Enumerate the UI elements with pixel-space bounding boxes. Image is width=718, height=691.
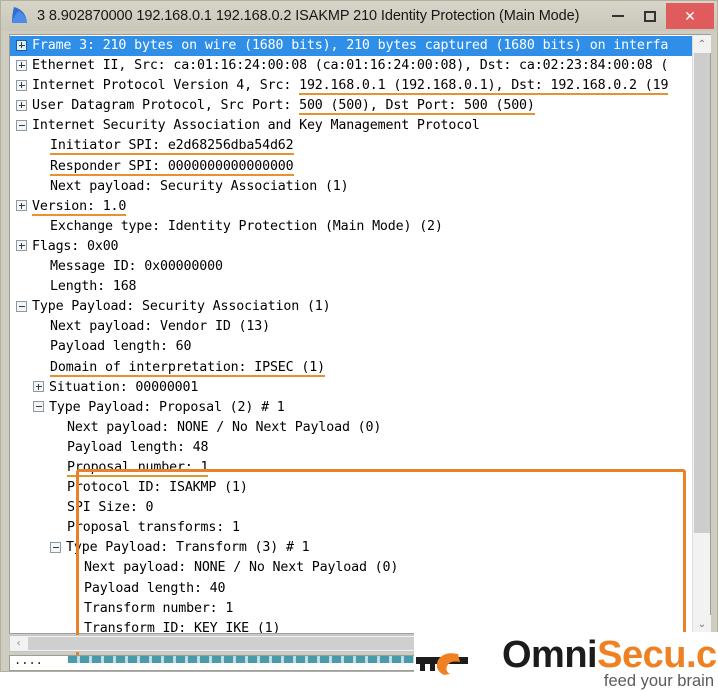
packet-tree-row[interactable]: Flags: 0x00 bbox=[10, 237, 692, 257]
scroll-up-arrow-icon[interactable]: ⌃ bbox=[693, 35, 711, 53]
wireshark-shark-fin-icon bbox=[9, 6, 31, 26]
packet-tree-row[interactable]: Initiator SPI: e2d68256dba54d62 bbox=[10, 136, 692, 156]
minimize-button[interactable] bbox=[602, 3, 634, 29]
packet-tree-label: Transform ID: KEY_IKE (1) bbox=[84, 620, 281, 633]
expand-icon[interactable] bbox=[33, 381, 44, 393]
wireshark-packet-window: 3 8.902870000 192.168.0.1 192.168.0.2 IS… bbox=[0, 0, 718, 672]
expand-icon[interactable] bbox=[16, 240, 27, 252]
packet-tree-highlighted-value: Initiator SPI: e2d68256dba54d62 bbox=[50, 138, 294, 156]
packet-tree-label: Next payload: Vendor ID (13) bbox=[50, 319, 270, 335]
expand-icon[interactable] bbox=[16, 200, 27, 212]
packet-tree-row[interactable]: Message ID: 0x00000000 bbox=[10, 257, 692, 277]
expand-icon[interactable] bbox=[16, 59, 27, 71]
logo-wordmark: OmniSecu.com bbox=[502, 634, 718, 677]
packet-tree-label: Internet Security Association and Key Ma… bbox=[32, 118, 480, 134]
vertical-scrollbar[interactable]: ⌃ ⌄ bbox=[692, 35, 711, 633]
packet-tree-label: Protocol ID: ISAKMP (1) bbox=[67, 480, 248, 496]
packet-tree-row[interactable]: Payload length: 40 bbox=[10, 579, 692, 599]
packet-tree-highlighted-value: 500 (500), Dst Port: 500 (500) bbox=[299, 98, 535, 116]
packet-tree-row[interactable]: Protocol ID: ISAKMP (1) bbox=[10, 478, 692, 498]
title-bar: 3 8.902870000 192.168.0.1 192.168.0.2 IS… bbox=[1, 1, 717, 31]
expand-icon[interactable] bbox=[16, 39, 27, 51]
packet-tree-label: Flags: 0x00 bbox=[32, 238, 119, 254]
maximize-button[interactable] bbox=[634, 3, 666, 29]
packet-tree-label: Frame 3: 210 bytes on wire (1680 bits), … bbox=[32, 38, 669, 53]
packet-tree-label: Type Payload: Security Association (1) bbox=[32, 299, 331, 315]
packet-tree-label: User Datagram Protocol, Src Port: bbox=[32, 98, 300, 114]
packet-tree-row[interactable]: Internet Security Association and Key Ma… bbox=[10, 116, 692, 136]
collapse-icon[interactable] bbox=[16, 300, 27, 312]
packet-tree-row[interactable]: Next payload: NONE / No Next Payload (0) bbox=[10, 418, 692, 438]
packet-tree-row[interactable]: Frame 3: 210 bytes on wire (1680 bits), … bbox=[10, 36, 692, 57]
packet-tree-label: Next payload: NONE / No Next Payload (0) bbox=[67, 419, 382, 435]
packet-tree-row[interactable]: Proposal transforms: 1 bbox=[10, 518, 692, 538]
packet-tree-row[interactable]: Next payload: NONE / No Next Payload (0) bbox=[10, 558, 692, 578]
scroll-left-arrow-icon[interactable]: ‹ bbox=[10, 636, 27, 651]
packet-tree-row[interactable]: Type Payload: Security Association (1) bbox=[10, 297, 692, 317]
packet-tree-row[interactable]: Version: 1.0 bbox=[10, 197, 692, 217]
packet-tree-row[interactable]: Internet Protocol Version 4, Src: 192.16… bbox=[10, 76, 692, 96]
packet-tree-row[interactable]: Ethernet II, Src: ca:01:16:24:00:08 (ca:… bbox=[10, 56, 692, 76]
packet-tree-row[interactable]: Exchange type: Identity Protection (Main… bbox=[10, 217, 692, 237]
packet-tree-row[interactable]: Payload length: 60 bbox=[10, 337, 692, 357]
packet-tree-row[interactable]: Type Payload: Transform (3) # 1 bbox=[10, 538, 692, 558]
packet-tree-row[interactable]: Length: 168 bbox=[10, 277, 692, 297]
logo-brand-first: Omni bbox=[502, 634, 598, 676]
packet-tree-label: Payload length: 60 bbox=[50, 339, 192, 355]
packet-tree-row[interactable]: Transform number: 1 bbox=[10, 599, 692, 619]
packet-tree-row[interactable]: Domain of interpretation: IPSEC (1) bbox=[10, 358, 692, 378]
packet-tree-row[interactable]: User Datagram Protocol, Src Port: 500 (5… bbox=[10, 96, 692, 116]
packet-tree-highlighted-value: Domain of interpretation: IPSEC (1) bbox=[50, 359, 325, 377]
packet-tree-highlighted-value: Proposal number: 1 bbox=[67, 459, 209, 477]
expand-icon[interactable] bbox=[16, 99, 27, 111]
packet-tree-row[interactable]: SPI Size: 0 bbox=[10, 498, 692, 518]
scroll-down-arrow-icon[interactable]: ⌄ bbox=[693, 615, 711, 633]
packet-detail-tree[interactable]: Frame 3: 210 bytes on wire (1680 bits), … bbox=[10, 35, 692, 633]
logo-tagline: feed your brain bbox=[603, 672, 714, 690]
packet-tree-label: Ethernet II, Src: ca:01:16:24:00:08 (ca:… bbox=[32, 58, 669, 74]
packet-tree-label: Transform number: 1 bbox=[84, 600, 234, 616]
collapse-icon[interactable] bbox=[33, 401, 44, 413]
vertical-scrollbar-thumb[interactable] bbox=[694, 53, 710, 533]
packet-tree-label: Message ID: 0x00000000 bbox=[50, 259, 223, 275]
packet-bytes-offset: .... bbox=[14, 655, 43, 667]
packet-tree-label: Next payload: NONE / No Next Payload (0) bbox=[84, 560, 399, 576]
collapse-icon[interactable] bbox=[16, 119, 27, 131]
packet-tree-highlighted-value: 192.168.0.1 (192.168.0.1), Dst: 192.168.… bbox=[299, 78, 669, 96]
packet-tree-highlighted-value: Responder SPI: 0000000000000000 bbox=[50, 158, 294, 176]
packet-tree-row[interactable]: Situation: 00000001 bbox=[10, 378, 692, 398]
packet-tree-label: Length: 168 bbox=[50, 279, 137, 295]
packet-tree-label: SPI Size: 0 bbox=[67, 500, 154, 516]
packet-tree-row[interactable]: Responder SPI: 0000000000000000 bbox=[10, 157, 692, 177]
maximize-icon bbox=[644, 10, 656, 22]
packet-tree-row[interactable]: Payload length: 48 bbox=[10, 438, 692, 458]
minimize-icon bbox=[612, 15, 624, 17]
expand-icon[interactable] bbox=[16, 79, 27, 91]
key-icon bbox=[414, 642, 506, 682]
packet-tree-row[interactable]: Next payload: Vendor ID (13) bbox=[10, 317, 692, 337]
packet-detail-pane: Frame 3: 210 bytes on wire (1680 bits), … bbox=[9, 34, 711, 664]
window-title: 3 8.902870000 192.168.0.1 192.168.0.2 IS… bbox=[37, 8, 580, 24]
packet-tree-label: Type Payload: Proposal (2) # 1 bbox=[49, 399, 285, 415]
packet-tree-row[interactable]: Type Payload: Proposal (2) # 1 bbox=[10, 398, 692, 418]
packet-tree-highlighted-value: Version: 1.0 bbox=[32, 198, 127, 216]
packet-tree-label: Type Payload: Transform (3) # 1 bbox=[66, 540, 310, 556]
close-button[interactable]: ✕ bbox=[666, 3, 714, 29]
omnisecu-logo: OmniSecu.com feed your brain bbox=[414, 632, 718, 691]
packet-tree-label: Exchange type: Identity Protection (Main… bbox=[50, 218, 443, 234]
bottom-white-strip bbox=[0, 672, 414, 691]
packet-tree-label: Payload length: 48 bbox=[67, 439, 209, 455]
packet-tree-row[interactable]: Proposal number: 1 bbox=[10, 458, 692, 478]
collapse-icon[interactable] bbox=[50, 541, 61, 553]
packet-tree-row[interactable]: Transform ID: KEY_IKE (1) bbox=[10, 619, 692, 633]
packet-tree-label: Internet Protocol Version 4, Src: bbox=[32, 78, 300, 94]
packet-tree-row[interactable]: Next payload: Security Association (1) bbox=[10, 177, 692, 197]
packet-tree-label: Next payload: Security Association (1) bbox=[50, 178, 349, 194]
logo-brand-second: Secu.com bbox=[597, 634, 718, 676]
packet-tree-label: Proposal transforms: 1 bbox=[67, 520, 240, 536]
packet-tree-label: Payload length: 40 bbox=[84, 580, 226, 596]
packet-tree-label: Situation: 00000001 bbox=[49, 379, 199, 395]
